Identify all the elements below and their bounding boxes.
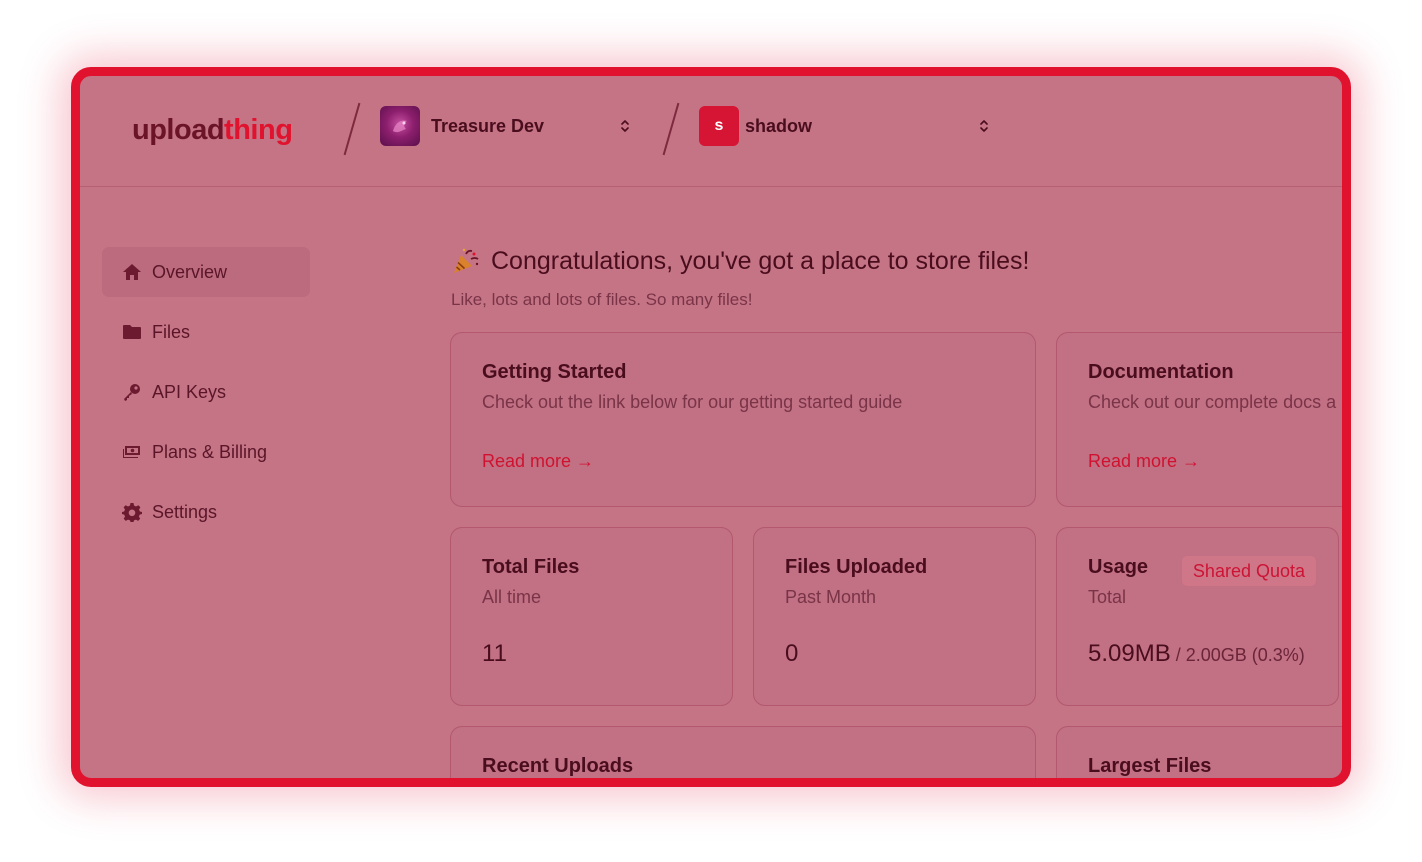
read-more-link[interactable]: Read more →: [482, 451, 594, 472]
page-subtitle: Like, lots and lots of files. So many fi…: [451, 290, 753, 309]
stat-value: 0: [785, 640, 799, 667]
sidebar-item-label: Plans & Billing: [152, 441, 268, 462]
shared-quota-badge: Shared Quota: [1181, 556, 1316, 586]
billing-icon: [123, 446, 140, 458]
page-title-text: Congratulations, you've got a place to s…: [491, 246, 1030, 275]
sidebar-item-label: Files: [152, 321, 191, 342]
chevron-up-down-icon[interactable]: [619, 117, 631, 135]
stat-title: Files Uploaded: [785, 556, 928, 578]
environment-avatar: s: [699, 106, 739, 146]
usage-quota-detail: / 2.00GB (0.3%): [1170, 645, 1305, 665]
app-selector[interactable]: Treasure Dev: [380, 106, 544, 146]
breadcrumb-separator: [343, 102, 361, 156]
card-title: Getting Started: [482, 361, 627, 383]
documentation-card: Documentation Check out our complete doc…: [1056, 332, 1342, 507]
sidebar-item-billing[interactable]: Plans & Billing: [102, 427, 310, 477]
card-title: Documentation: [1088, 361, 1234, 383]
sidebar-nav: Overview Files API Keys Plans & Billing …: [102, 247, 310, 547]
usage-amount: 5.09MB: [1088, 640, 1171, 667]
card-description: Check out the link below for our getting…: [482, 392, 903, 412]
recent-uploads-card: Recent Uploads: [450, 726, 1036, 778]
page-title: Congratulations, you've got a place to s…: [451, 246, 1029, 276]
key-icon: [124, 384, 140, 401]
usage-card: Usage Total Shared Quota 5.09MB / 2.00GB…: [1056, 527, 1339, 706]
party-popper-icon: [454, 248, 479, 273]
home-icon: [123, 264, 141, 280]
top-header: uploadthing Treasure Dev s shadow: [80, 76, 1342, 187]
card-title: Recent Uploads: [482, 755, 634, 777]
gear-icon: [122, 503, 142, 522]
stat-title: Total Files: [482, 556, 580, 578]
total-files-card: Total Files All time 11: [450, 527, 733, 706]
sidebar-item-label: API Keys: [152, 381, 227, 402]
sidebar-item-settings[interactable]: Settings: [102, 487, 310, 537]
usage-value: 5.09MB / 2.00GB (0.3%): [1088, 640, 1305, 668]
largest-files-card: Largest Files: [1056, 726, 1342, 778]
files-uploaded-card: Files Uploaded Past Month 0: [753, 527, 1036, 706]
chevron-up-down-icon[interactable]: [978, 117, 990, 135]
breadcrumb-separator: [662, 102, 680, 156]
sidebar-item-overview[interactable]: Overview: [102, 247, 310, 297]
read-more-link[interactable]: Read more →: [1088, 451, 1200, 472]
uploadthing-logo[interactable]: uploadthing: [132, 114, 293, 147]
sidebar-item-label: Settings: [152, 501, 218, 522]
sidebar-item-label: Overview: [152, 261, 228, 282]
stat-subtitle: All time: [482, 587, 542, 607]
card-title: Largest Files: [1088, 755, 1212, 777]
card-description: Check out our complete docs a: [1088, 392, 1337, 412]
stat-subtitle: Past Month: [785, 587, 877, 607]
sidebar-item-api-keys[interactable]: API Keys: [102, 367, 310, 417]
folder-icon: [123, 325, 141, 339]
sidebar-item-files[interactable]: Files: [102, 307, 310, 357]
environment-selector-label: shadow: [745, 115, 813, 136]
logo-part-upload: upload: [132, 114, 225, 146]
getting-started-card: Getting Started Check out the link below…: [450, 332, 1036, 507]
dragon-icon: [393, 120, 407, 133]
app-window: uploadthing Treasure Dev s shadow Overvi…: [71, 67, 1351, 787]
stat-subtitle: Total: [1088, 587, 1127, 607]
treasure-dev-avatar: [380, 106, 420, 146]
environment-selector[interactable]: s shadow: [699, 106, 812, 146]
app-selector-label: Treasure Dev: [431, 115, 545, 136]
stat-value: 11: [482, 640, 507, 667]
logo-part-thing: thing: [224, 114, 293, 146]
